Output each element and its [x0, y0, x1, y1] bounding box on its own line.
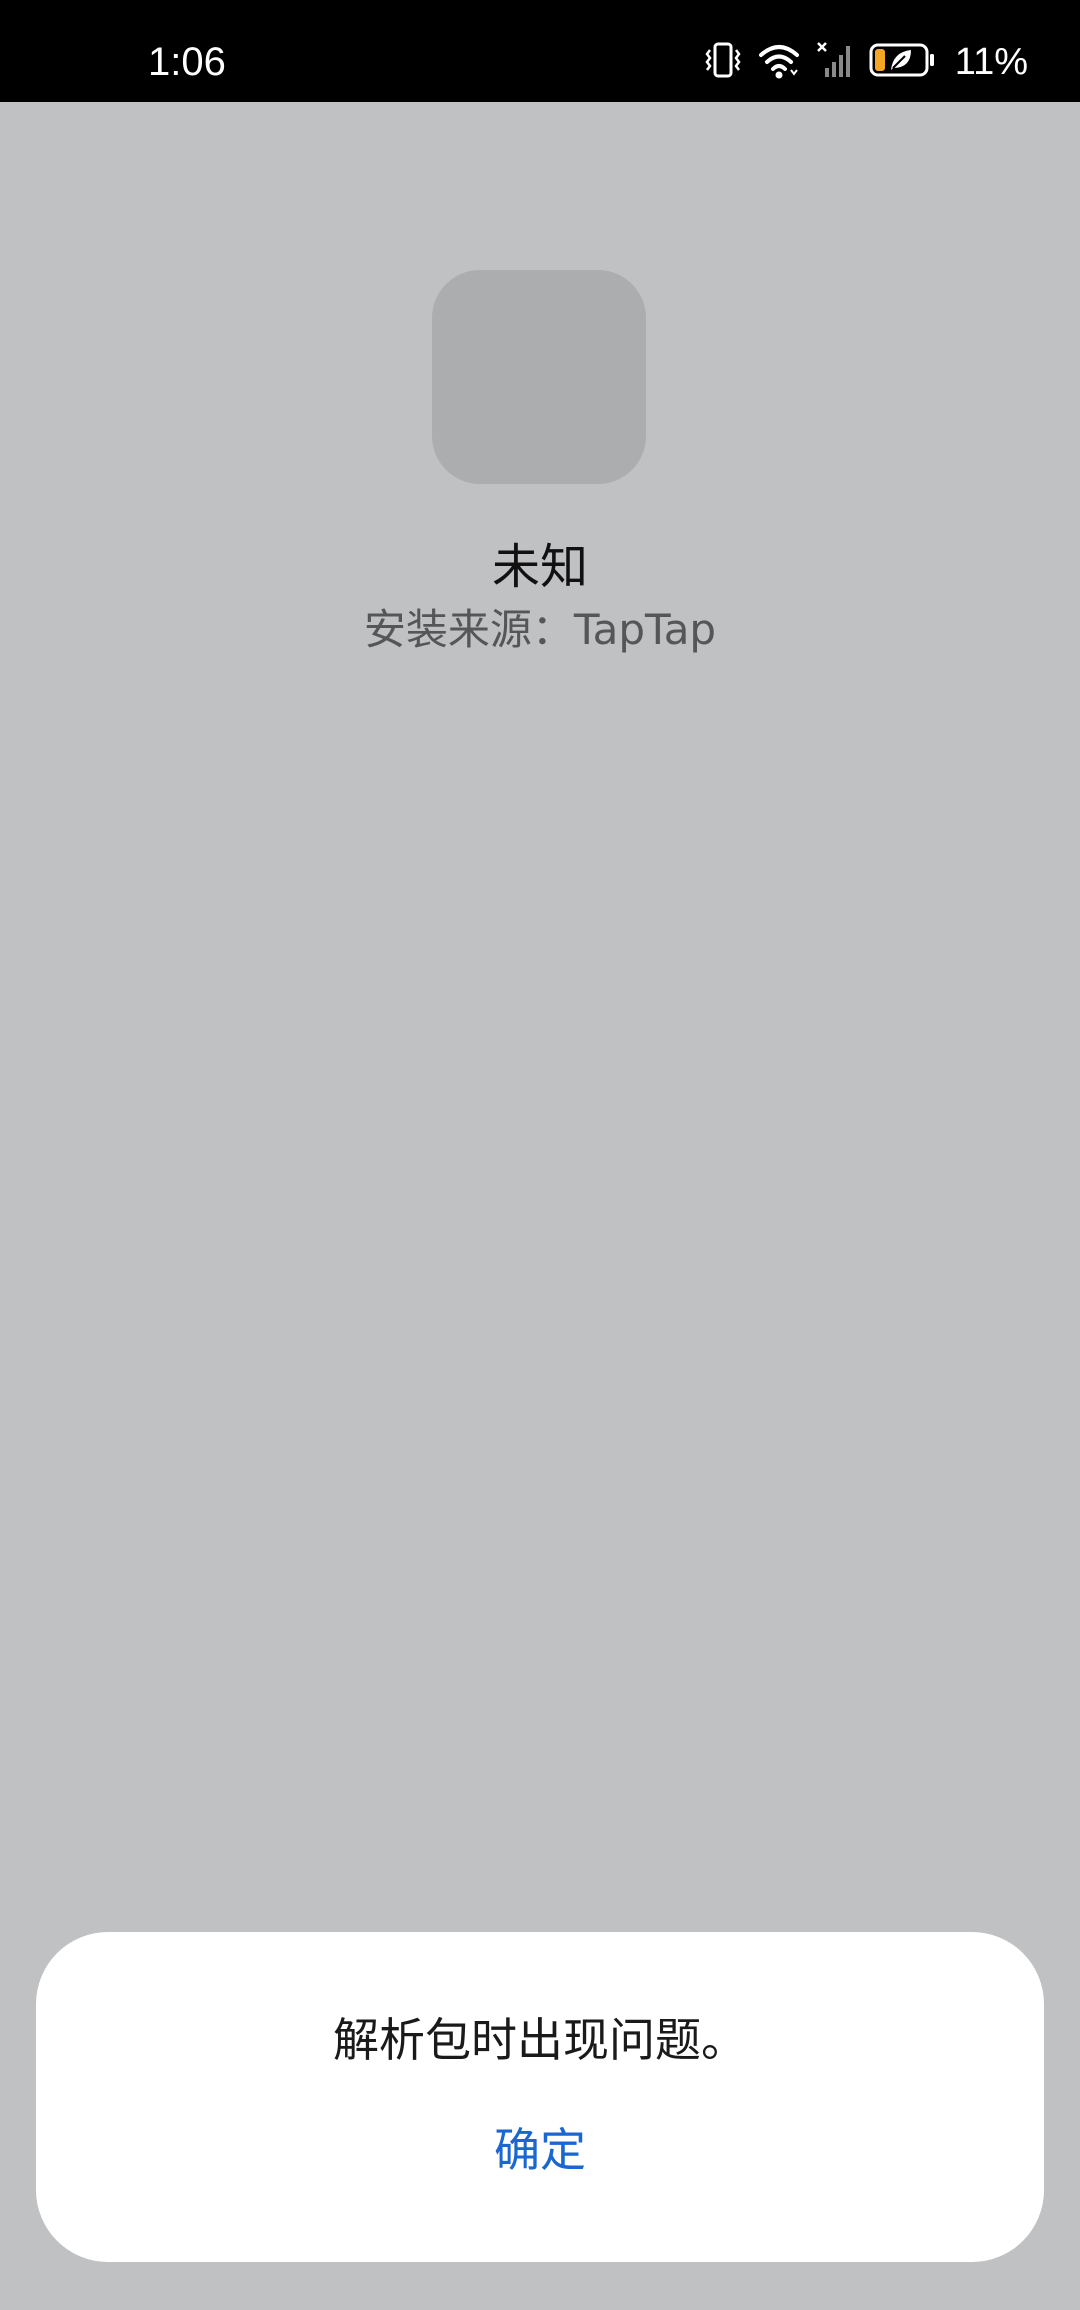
confirm-button[interactable]: 确定 [440, 2112, 640, 2188]
battery-saver-icon [869, 40, 935, 84]
install-source: 安装来源：TapTap [363, 605, 717, 654]
error-dialog: 解析包时出现问题。 确定 [36, 1932, 1044, 2262]
dialog-message: 解析包时出现问题。 [333, 2013, 747, 2067]
status-time: 1:06 [148, 40, 226, 84]
status-bar: 1:06 11% [0, 0, 1080, 102]
battery-percent: 11% [954, 41, 1028, 83]
wifi-icon [757, 40, 801, 84]
status-icons: 11% [703, 36, 1028, 88]
app-name: 未知 [491, 539, 588, 595]
signal-no-service-icon [815, 40, 855, 84]
app-icon-placeholder [432, 270, 646, 484]
vibrate-icon [703, 40, 743, 84]
